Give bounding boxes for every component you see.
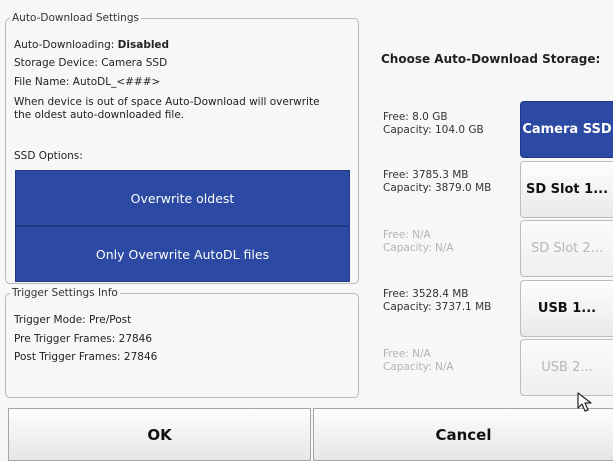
ok-button[interactable]: OK	[8, 408, 311, 461]
usb-2-capacity: Capacity: N/A	[383, 361, 454, 373]
cancel-button[interactable]: Cancel	[313, 408, 613, 461]
post-trigger-frames-text: Post Trigger Frames: 27846	[14, 351, 158, 363]
storage-camera-ssd-button[interactable]: Camera SSD	[520, 101, 613, 158]
auto-download-status: Auto-Downloading: Disabled	[14, 39, 169, 52]
trigger-mode-text: Trigger Mode: Pre/Post	[14, 314, 132, 326]
ssd-options-label: SSD Options:	[14, 150, 83, 162]
storage-usb-2-button[interactable]: USB 2...	[520, 339, 613, 396]
sd-slot-1-free: Free: 3785.3 MB	[383, 169, 469, 181]
mouse-pointer-icon	[577, 392, 592, 412]
trigger-settings-title: Trigger Settings Info	[10, 286, 120, 300]
sd-slot-1-capacity: Capacity: 3879.0 MB	[383, 182, 492, 194]
file-name-text: File Name: AutoDL_<###>	[14, 76, 161, 88]
overwrite-note: When device is out of space Auto-Downloa…	[14, 96, 320, 121]
storage-sd-slot-1-button[interactable]: SD Slot 1...	[520, 161, 613, 218]
usb-2-free: Free: N/A	[383, 348, 431, 360]
auto-download-status-value: Disabled	[117, 39, 170, 51]
storage-usb-1-button[interactable]: USB 1...	[520, 280, 613, 337]
auto-download-settings-title: Auto-Download Settings	[10, 11, 141, 25]
pre-trigger-frames-text: Pre Trigger Frames: 27846	[14, 333, 153, 345]
storage-sd-slot-2-button[interactable]: SD Slot 2...	[520, 220, 613, 277]
choose-storage-title: Choose Auto-Download Storage:	[381, 52, 601, 66]
storage-device-text: Storage Device: Camera SSD	[14, 57, 168, 69]
usb-1-capacity: Capacity: 3737.1 MB	[383, 301, 492, 313]
camera-ssd-free: Free: 8.0 GB	[383, 111, 448, 123]
sd-slot-2-free: Free: N/A	[383, 229, 431, 241]
usb-1-free: Free: 3528.4 MB	[383, 288, 469, 300]
only-overwrite-autodl-button[interactable]: Only Overwrite AutoDL files	[15, 226, 350, 282]
auto-download-status-label: Auto-Downloading:	[14, 39, 118, 51]
sd-slot-2-capacity: Capacity: N/A	[383, 242, 454, 254]
camera-ssd-capacity: Capacity: 104.0 GB	[383, 124, 484, 136]
trigger-settings-group: Trigger Settings Info Trigger Mode: Pre/…	[5, 286, 359, 398]
overwrite-oldest-button[interactable]: Overwrite oldest	[15, 170, 350, 226]
